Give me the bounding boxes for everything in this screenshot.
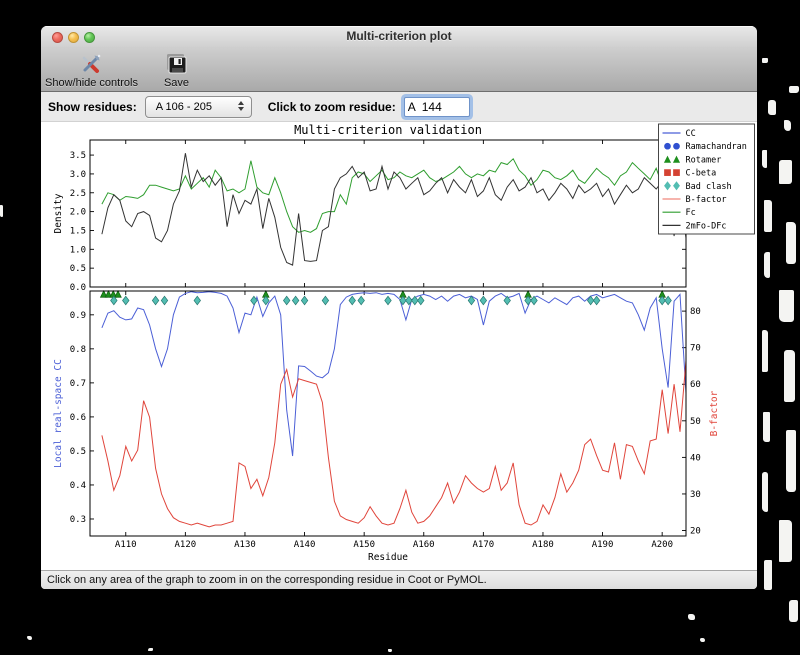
svg-text:CC: CC xyxy=(686,129,696,139)
desktop-background: Multi-criterion plot Show/hide controls xyxy=(0,0,800,655)
svg-text:0.5: 0.5 xyxy=(70,264,86,274)
svg-text:A180: A180 xyxy=(532,540,554,550)
svg-text:Local real-space CC: Local real-space CC xyxy=(53,359,64,468)
svg-text:A140: A140 xyxy=(294,540,316,550)
svg-text:3.0: 3.0 xyxy=(70,170,86,180)
svg-text:B-factor: B-factor xyxy=(686,195,727,205)
svg-text:A110: A110 xyxy=(115,540,137,550)
svg-text:Ramachandran: Ramachandran xyxy=(686,142,747,152)
svg-text:0.8: 0.8 xyxy=(70,345,86,355)
background-artifact xyxy=(148,648,153,651)
background-artifact xyxy=(779,520,792,562)
svg-text:1.0: 1.0 xyxy=(70,245,86,255)
svg-text:2.5: 2.5 xyxy=(70,189,86,199)
background-artifact xyxy=(764,252,770,278)
svg-text:A120: A120 xyxy=(175,540,197,550)
svg-text:1.5: 1.5 xyxy=(70,226,86,236)
svg-text:60: 60 xyxy=(690,380,701,390)
background-artifact xyxy=(789,86,799,93)
svg-text:Fc: Fc xyxy=(686,208,696,218)
background-artifact xyxy=(768,100,776,115)
status-text: Click on any area of the graph to zoom i… xyxy=(47,574,487,586)
svg-text:0.0: 0.0 xyxy=(70,283,86,293)
svg-text:0.7: 0.7 xyxy=(70,379,86,389)
toolbar: Show/hide controls Save xyxy=(41,47,757,92)
zoom-residue-input[interactable] xyxy=(403,96,470,117)
svg-text:Residue: Residue xyxy=(368,552,408,563)
svg-text:0.9: 0.9 xyxy=(70,311,86,321)
svg-text:Density: Density xyxy=(53,193,64,233)
background-artifact xyxy=(388,649,392,652)
tools-icon xyxy=(79,52,103,76)
zoom-residue-label: Click to zoom residue: xyxy=(267,99,396,114)
svg-text:Multi-criterion validation: Multi-criterion validation xyxy=(294,123,482,137)
stepper-arrows-icon xyxy=(237,100,244,111)
show-hide-controls-button[interactable]: Show/hide controls xyxy=(45,52,138,89)
svg-text:0.3: 0.3 xyxy=(70,515,86,525)
svg-text:B-factor: B-factor xyxy=(709,390,720,436)
svg-text:A200: A200 xyxy=(651,540,673,550)
svg-text:50: 50 xyxy=(690,417,701,427)
background-artifact xyxy=(762,58,768,63)
svg-text:30: 30 xyxy=(690,490,701,500)
svg-text:Rotamer: Rotamer xyxy=(686,155,722,165)
svg-text:3.5: 3.5 xyxy=(70,151,86,161)
background-artifact xyxy=(764,200,772,232)
background-artifact xyxy=(0,205,3,217)
residue-range-value: A 106 - 205 xyxy=(155,100,212,113)
background-artifact xyxy=(784,120,791,131)
app-window: Multi-criterion plot Show/hide controls xyxy=(41,26,757,589)
titlebar[interactable]: Multi-criterion plot xyxy=(41,26,757,47)
background-artifact xyxy=(779,290,794,322)
svg-text:A190: A190 xyxy=(592,540,614,550)
show-residues-label: Show residues: xyxy=(48,99,137,114)
window-title: Multi-criterion plot xyxy=(346,29,452,43)
svg-text:0.6: 0.6 xyxy=(70,413,86,423)
background-artifact xyxy=(27,636,32,640)
svg-text:C-beta: C-beta xyxy=(686,169,717,179)
background-artifact xyxy=(779,160,792,184)
plot-region: Multi-criterion validation Residue A110 A12… xyxy=(41,122,757,570)
status-bar: Click on any area of the graph to zoom i… xyxy=(41,570,757,589)
background-artifact xyxy=(688,614,695,620)
save-button[interactable]: Save xyxy=(164,52,189,89)
svg-text:A150: A150 xyxy=(353,540,375,550)
multi-criterion-plot[interactable]: Multi-criterion validation Residue A110 A12… xyxy=(41,122,757,570)
svg-text:40: 40 xyxy=(690,453,701,463)
controls-bar: Show residues: A 106 - 205 Click to zoom… xyxy=(41,92,757,122)
svg-text:20: 20 xyxy=(690,527,701,537)
residue-range-dropdown[interactable]: A 106 - 205 xyxy=(144,95,252,118)
background-artifact xyxy=(764,560,772,590)
svg-text:A130: A130 xyxy=(234,540,256,550)
background-artifact xyxy=(786,222,796,264)
background-artifact xyxy=(700,638,705,642)
svg-text:Bad clash: Bad clash xyxy=(686,182,732,192)
svg-text:A160: A160 xyxy=(413,540,435,550)
svg-text:70: 70 xyxy=(690,344,701,354)
background-artifact xyxy=(789,600,798,622)
background-artifact xyxy=(786,430,796,492)
background-artifact xyxy=(784,350,795,402)
background-artifact xyxy=(762,330,768,372)
background-artifact xyxy=(762,472,768,512)
svg-text:80: 80 xyxy=(690,307,701,317)
toolbar-button-label: Save xyxy=(163,77,190,89)
background-artifact xyxy=(763,412,770,442)
svg-text:0.5: 0.5 xyxy=(70,447,86,457)
svg-text:A170: A170 xyxy=(473,540,495,550)
svg-text:2.0: 2.0 xyxy=(70,208,86,218)
background-artifact xyxy=(762,150,767,168)
floppy-disk-icon xyxy=(164,52,188,76)
svg-text:0.4: 0.4 xyxy=(70,481,86,491)
toolbar-button-label: Show/hide controls xyxy=(45,77,138,89)
svg-text:2mFo-DFc: 2mFo-DFc xyxy=(686,221,727,231)
